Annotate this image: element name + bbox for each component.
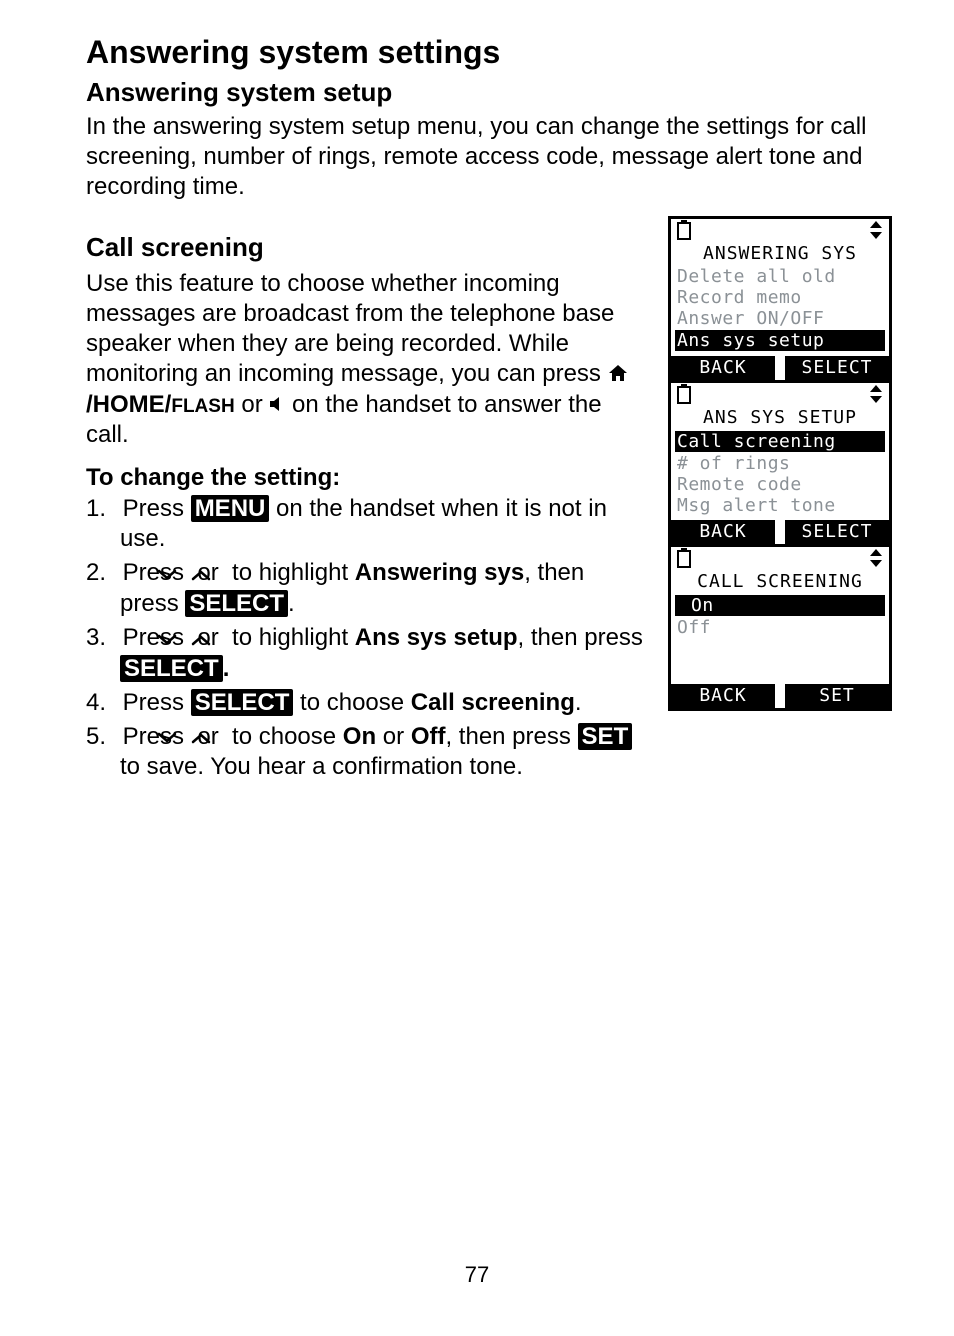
lcd-row [675, 659, 885, 680]
menu-target: Call screening [411, 689, 575, 716]
lcd-row: Delete all old [675, 266, 885, 287]
text-run: Use this feature to choose whether incom… [86, 270, 614, 387]
text-run: Press [123, 495, 191, 522]
lcd-row-highlighted: Call screening [675, 431, 885, 452]
lcd-gap [775, 684, 785, 708]
section-heading: Answering system setup [86, 77, 894, 108]
text-run: or [235, 391, 270, 418]
text-run: to choose [225, 723, 342, 750]
select-key: SELECT [120, 655, 223, 682]
lcd-row: # of rings [675, 453, 885, 474]
lcd-row [675, 638, 885, 659]
menu-key: MENU [191, 495, 270, 522]
lcd-softkey-back[interactable]: BACK [671, 356, 775, 380]
set-key: SET [578, 723, 633, 750]
select-key: SELECT [191, 689, 294, 716]
text-run: to save. You hear a confirmation tone. [120, 753, 523, 780]
lcd-gap [775, 356, 785, 380]
text-run: , then press [445, 723, 577, 750]
page-number: 77 [0, 1262, 954, 1288]
lcd-gap [775, 520, 785, 544]
home-label: /HOME/ [86, 391, 171, 418]
lcd-row-highlighted: ✓On [675, 595, 885, 616]
lcd-title: CALL SCREENING [675, 571, 885, 592]
option-on: On [343, 723, 376, 750]
step-5: Press or to choose On or Off, then press… [86, 722, 646, 783]
speaker-icon [269, 390, 285, 420]
lcd-row: Answer ON/OFF [675, 308, 885, 329]
updown-icon [869, 548, 883, 573]
lcd-row-text: On [691, 595, 714, 616]
lcd-title: ANSWERING SYS [675, 243, 885, 264]
steps-list: Press MENU on the handset when it is not… [86, 494, 646, 782]
battery-icon [677, 384, 691, 409]
text-run: Press [123, 689, 191, 716]
subsection-heading: Call screening [86, 232, 646, 263]
check-icon: ✓ [677, 595, 691, 616]
lcd-screen-3: CALL SCREENING ✓On Off BACK SET [668, 544, 892, 711]
lcd-screen-2: ANS SYS SETUP Call screening # of rings … [668, 380, 892, 547]
lcd-title: ANS SYS SETUP [675, 407, 885, 428]
step-4: Press SELECT to choose Call screening. [86, 688, 646, 718]
lcd-softkey-select[interactable]: SELECT [785, 356, 889, 380]
steps-heading: To change the setting: [86, 464, 646, 492]
text-run: to highlight [225, 624, 354, 651]
lcd-softkey-select[interactable]: SELECT [785, 520, 889, 544]
lcd-row: Remote code [675, 474, 885, 495]
intro-paragraph: In the answering system setup menu, you … [86, 112, 894, 202]
step-3: Press or to highlight Ans sys setup, the… [86, 623, 646, 684]
call-screening-paragraph: Use this feature to choose whether incom… [86, 269, 646, 450]
updown-icon [869, 384, 883, 409]
step-2: Press or to highlight Answering sys, the… [86, 558, 646, 619]
text-run: to highlight [225, 559, 354, 586]
lcd-softkey-set[interactable]: SET [785, 684, 889, 708]
page-title: Answering system settings [86, 34, 894, 71]
battery-icon [677, 548, 691, 573]
lcd-softkey-back[interactable]: BACK [671, 520, 775, 544]
menu-target: Ans sys setup [355, 624, 518, 651]
lcd-row-highlighted: Ans sys setup [675, 330, 885, 351]
battery-icon [677, 220, 691, 245]
home-icon [608, 360, 628, 390]
option-off: Off [411, 723, 446, 750]
text-run: to choose [293, 689, 410, 716]
text-run: . [575, 689, 582, 716]
lcd-row: Record memo [675, 287, 885, 308]
lcd-row: Off [675, 617, 885, 638]
lcd-row: Msg alert tone [675, 495, 885, 516]
text-run: . [288, 590, 295, 617]
updown-icon [869, 220, 883, 245]
menu-target: Answering sys [355, 559, 524, 586]
text-run: , then press [518, 624, 643, 651]
select-key: SELECT [185, 590, 288, 617]
flash-label: FLASH [171, 396, 234, 417]
text-run: or [376, 723, 411, 750]
lcd-screen-1: ANSWERING SYS Delete all old Record memo… [668, 216, 892, 383]
text-run: . [223, 655, 230, 682]
lcd-softkey-back[interactable]: BACK [671, 684, 775, 708]
step-1: Press MENU on the handset when it is not… [86, 494, 646, 554]
lcd-column: ANSWERING SYS Delete all old Record memo… [668, 216, 894, 786]
